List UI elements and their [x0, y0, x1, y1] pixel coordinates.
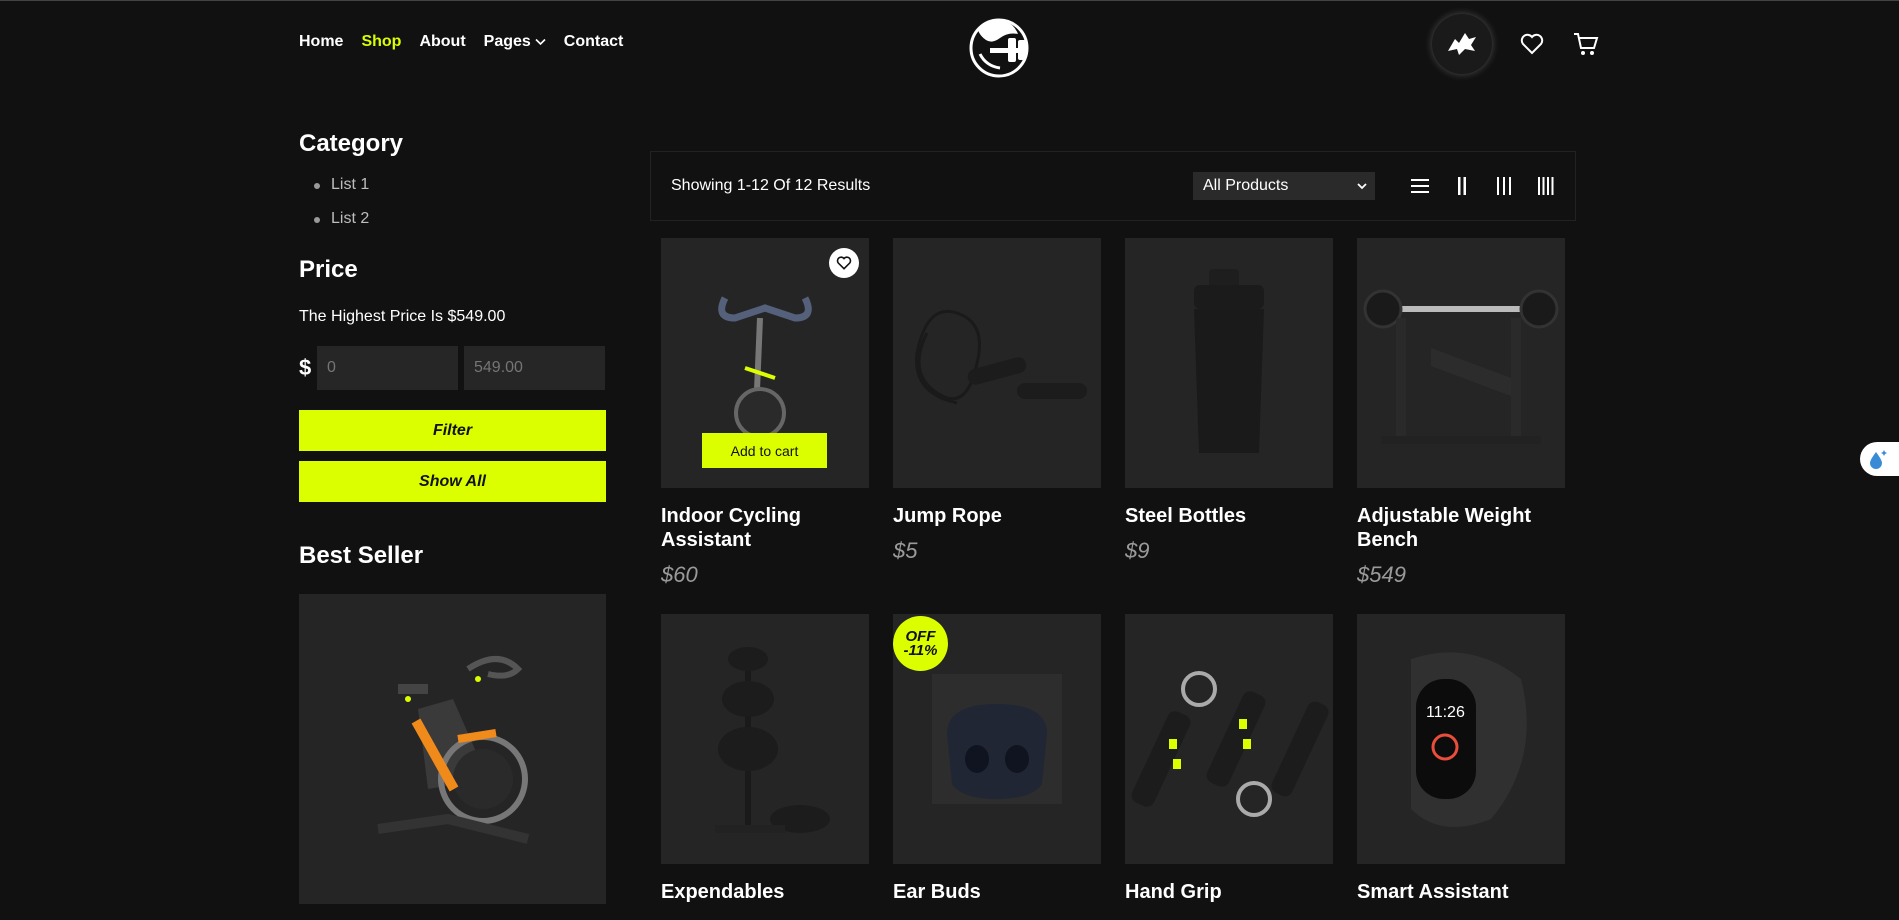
- product-image[interactable]: 11:26: [1357, 614, 1565, 864]
- nav-shop[interactable]: Shop: [361, 33, 401, 51]
- site-logo[interactable]: [956, 10, 1042, 80]
- badge-bottom: -11%: [903, 641, 938, 659]
- product-name[interactable]: Adjustable Weight Bench: [1357, 504, 1565, 552]
- product-price: $9: [1125, 538, 1150, 563]
- product-image[interactable]: [1125, 614, 1333, 864]
- product-name[interactable]: Smart Assistant: [1357, 880, 1565, 904]
- product-name[interactable]: Hand Grip: [1125, 880, 1333, 904]
- main-nav: Home Shop About Pages Contact: [299, 33, 623, 51]
- product-name[interactable]: Jump Rope: [893, 504, 1101, 528]
- view-switcher: [1411, 176, 1555, 196]
- results-count: Showing 1-12 Of 12 Results: [671, 177, 871, 194]
- product-image[interactable]: [1357, 238, 1565, 488]
- drop-icon: [1870, 450, 1887, 469]
- min-price-input[interactable]: [317, 346, 458, 390]
- avatar[interactable]: [1432, 14, 1492, 74]
- currency-symbol: $: [299, 355, 312, 380]
- product-name[interactable]: Indoor Cycling Assistant: [661, 504, 869, 552]
- shop-toolbar: Showing 1-12 Of 12 Results All Products: [650, 151, 1576, 221]
- product-image[interactable]: OFF -11%: [893, 614, 1101, 864]
- discount-badge: OFF -11%: [893, 616, 948, 671]
- product-image[interactable]: Add to cart: [661, 238, 869, 488]
- max-price-input[interactable]: [464, 346, 605, 390]
- nav-home[interactable]: Home: [299, 33, 343, 51]
- price-title: Price: [299, 256, 358, 283]
- best-seller-image[interactable]: [299, 594, 606, 904]
- product-card: Steel Bottles $9: [1125, 238, 1333, 588]
- grid-3-icon[interactable]: [1495, 176, 1513, 196]
- product-card: Jump Rope $5: [893, 238, 1101, 588]
- category-list: List 1 List 2: [299, 176, 606, 228]
- svg-text:11:26: 11:26: [1426, 704, 1465, 721]
- product-card: Adjustable Weight Bench $549: [1357, 238, 1565, 588]
- price-note: The Highest Price Is $549.00: [299, 308, 506, 325]
- product-card: OFF -11% Ear Buds: [893, 614, 1101, 904]
- product-name[interactable]: Ear Buds: [893, 880, 1101, 904]
- header-actions: [1432, 14, 1600, 74]
- product-price: $549: [1357, 562, 1406, 587]
- product-name[interactable]: Expendables: [661, 880, 869, 904]
- product-image[interactable]: [1125, 238, 1333, 488]
- heart-icon[interactable]: [1518, 30, 1546, 58]
- product-image[interactable]: [893, 238, 1101, 488]
- product-price: $5: [893, 538, 918, 563]
- filter-button[interactable]: Filter: [299, 410, 606, 451]
- product-image[interactable]: [661, 614, 869, 864]
- product-name[interactable]: Steel Bottles: [1125, 504, 1333, 528]
- product-filter-select[interactable]: All Products: [1193, 172, 1375, 200]
- category-title: Category: [299, 130, 404, 157]
- select-value: All Products: [1203, 177, 1289, 194]
- category-item[interactable]: List 2: [299, 210, 606, 228]
- price-range: $: [299, 346, 606, 390]
- chevron-down-icon: [535, 38, 546, 46]
- product-card: Add to cart Indoor Cycling Assistant $60: [661, 238, 869, 588]
- nav-pages-label: Pages: [483, 33, 531, 50]
- nav-pages[interactable]: Pages: [484, 33, 546, 51]
- chevron-down-icon: [1357, 182, 1367, 189]
- product-price: $60: [661, 562, 698, 587]
- product-card: Expendables: [661, 614, 869, 904]
- top-border: [0, 0, 1899, 1]
- show-all-button[interactable]: Show All: [299, 461, 606, 502]
- cart-icon[interactable]: [1572, 30, 1600, 58]
- product-grid: Add to cart Indoor Cycling Assistant $60…: [661, 238, 1565, 904]
- list-view-icon[interactable]: [1411, 176, 1429, 196]
- product-card: Hand Grip: [1125, 614, 1333, 904]
- product-card: 11:26 Smart Assistant: [1357, 614, 1565, 904]
- sidebar: Category List 1 List 2 Price The Highest…: [299, 130, 606, 904]
- add-to-cart-button[interactable]: Add to cart: [702, 433, 827, 468]
- nav-about[interactable]: About: [419, 33, 465, 51]
- grid-4-icon[interactable]: [1537, 176, 1555, 196]
- category-item[interactable]: List 1: [299, 176, 606, 194]
- floating-widget[interactable]: [1860, 442, 1899, 476]
- nav-contact[interactable]: Contact: [564, 33, 624, 51]
- grid-2-icon[interactable]: [1453, 176, 1471, 196]
- wishlist-button[interactable]: [829, 248, 859, 278]
- best-seller-title: Best Seller: [299, 542, 424, 569]
